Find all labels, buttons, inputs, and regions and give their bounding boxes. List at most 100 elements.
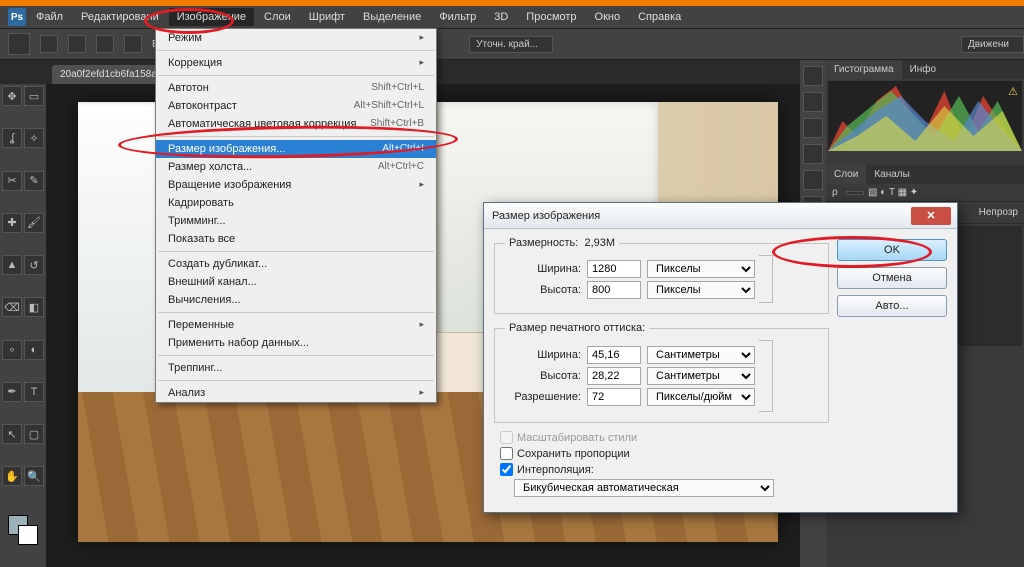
brush-tool[interactable]: 🖌 xyxy=(24,213,44,233)
dimension-label: Размерность: xyxy=(509,237,578,249)
menuitem-duplicate[interactable]: Создать дубликат... xyxy=(156,255,436,273)
layers-panel-tabs: Слои Каналы xyxy=(826,165,1024,184)
shape-tool[interactable]: ▢ xyxy=(24,424,44,444)
path-tool[interactable]: ↖ xyxy=(2,424,22,444)
menuitem-crop[interactable]: Кадрировать xyxy=(156,194,436,212)
tab-histogram[interactable]: Гистограмма xyxy=(826,60,902,79)
gradient-tool[interactable]: ◧ xyxy=(24,297,44,317)
panel-icon[interactable] xyxy=(803,66,823,86)
resolution-unit[interactable]: Пикселы/дюйм xyxy=(647,388,755,406)
opt-icon[interactable] xyxy=(124,35,142,53)
panel-icon[interactable] xyxy=(803,170,823,190)
hand-tool[interactable]: ✋ xyxy=(2,466,22,486)
move-tool[interactable]: ✥ xyxy=(2,86,22,106)
layer-filter[interactable] xyxy=(846,191,864,195)
eyedropper-tool[interactable]: ✎ xyxy=(24,171,44,191)
panel-icon[interactable] xyxy=(803,118,823,138)
cancel-button[interactable]: Отмена xyxy=(837,267,947,289)
tool-preset[interactable] xyxy=(8,33,30,55)
width-input[interactable] xyxy=(587,260,641,278)
link-icon[interactable] xyxy=(759,340,773,412)
menuitem-trim[interactable]: Тримминг... xyxy=(156,212,436,230)
menu-window[interactable]: Окно xyxy=(587,8,629,26)
menuitem-canvas-size[interactable]: Размер холста...Alt+Ctrl+C xyxy=(156,158,436,176)
motion-button[interactable]: Движени xyxy=(961,36,1024,53)
opt-icon[interactable] xyxy=(40,35,58,53)
height-input[interactable] xyxy=(587,281,641,299)
marquee-tool[interactable]: ▭ xyxy=(24,86,44,106)
opacity-label: Непрозр xyxy=(979,207,1018,218)
menu-layers[interactable]: Слои xyxy=(256,8,299,26)
history-brush-tool[interactable]: ↺ xyxy=(24,255,44,275)
print-size-legend: Размер печатного оттиска: xyxy=(505,322,649,334)
heal-tool[interactable]: ✚ xyxy=(2,213,22,233)
menuitem-adjustments[interactable]: Коррекция xyxy=(156,54,436,72)
dodge-tool[interactable]: ◐ xyxy=(24,340,44,360)
auto-button[interactable]: Авто... xyxy=(837,295,947,317)
tab-channels[interactable]: Каналы xyxy=(866,165,918,184)
menuitem-variables[interactable]: Переменные xyxy=(156,316,436,334)
opt-icon[interactable] xyxy=(68,35,86,53)
print-height-input[interactable] xyxy=(587,367,641,385)
menuitem-calculations[interactable]: Вычисления... xyxy=(156,291,436,309)
pen-tool[interactable]: ✒ xyxy=(2,382,22,402)
menuitem-analysis[interactable]: Анализ xyxy=(156,384,436,402)
menuitem-apply-image[interactable]: Внешний канал... xyxy=(156,273,436,291)
crop-tool[interactable]: ✂ xyxy=(2,171,22,191)
link-icon[interactable] xyxy=(759,255,773,303)
image-menu-dropdown: Режим Коррекция АвтотонShift+Ctrl+L Авто… xyxy=(155,28,437,403)
height-unit[interactable]: Пикселы xyxy=(647,281,755,299)
constrain-checkbox[interactable]: Сохранить пропорции xyxy=(500,447,829,460)
blur-tool[interactable]: ∘ xyxy=(2,340,22,360)
menu-view[interactable]: Просмотр xyxy=(518,8,584,26)
width-unit[interactable]: Пикселы xyxy=(647,260,755,278)
menubar: Ps Файл Редактировани Изображение Слои Ш… xyxy=(0,6,1024,28)
close-button[interactable]: ✕ xyxy=(911,207,951,225)
wand-tool[interactable]: ✧ xyxy=(24,128,44,148)
dialog-titlebar[interactable]: Размер изображения ✕ xyxy=(484,203,957,229)
scale-styles-checkbox: Масштабировать стили xyxy=(500,431,829,444)
print-height-unit[interactable]: Сантиметры xyxy=(647,367,755,385)
menu-filter[interactable]: Фильтр xyxy=(431,8,484,26)
print-width-input[interactable] xyxy=(587,346,641,364)
lasso-tool[interactable]: ʆ xyxy=(2,128,22,148)
ok-button[interactable]: OK xyxy=(837,239,947,261)
menuitem-image-size[interactable]: Размер изображения...Alt+Ctrl+I xyxy=(156,140,436,158)
warning-icon[interactable]: ⚠ xyxy=(1008,85,1018,98)
menu-3d[interactable]: 3D xyxy=(486,8,516,26)
menu-help[interactable]: Справка xyxy=(630,8,689,26)
menu-edit[interactable]: Редактировани xyxy=(73,8,167,26)
menuitem-trap[interactable]: Треппинг... xyxy=(156,359,436,377)
panel-icon[interactable] xyxy=(803,92,823,112)
menu-file[interactable]: Файл xyxy=(28,8,71,26)
app-logo: Ps xyxy=(8,8,26,26)
eraser-tool[interactable]: ⌫ xyxy=(2,297,22,317)
interpolation-checkbox[interactable]: Интерполяция: xyxy=(500,463,829,476)
menu-type[interactable]: Шрифт xyxy=(301,8,353,26)
panel-icon[interactable] xyxy=(803,144,823,164)
dialog-title: Размер изображения xyxy=(490,210,911,222)
stamp-tool[interactable]: ▲ xyxy=(2,255,22,275)
menuitem-autocontrast[interactable]: АвтоконтрастAlt+Shift+Ctrl+L xyxy=(156,97,436,115)
menuitem-apply-dataset[interactable]: Применить набор данных... xyxy=(156,334,436,352)
menuitem-reveal-all[interactable]: Показать все xyxy=(156,230,436,248)
menu-select[interactable]: Выделение xyxy=(355,8,429,26)
menu-image[interactable]: Изображение xyxy=(169,8,254,26)
refine-edge-button[interactable]: Уточн. край... xyxy=(469,36,553,53)
type-tool[interactable]: T xyxy=(24,382,44,402)
menuitem-autotone[interactable]: АвтотонShift+Ctrl+L xyxy=(156,79,436,97)
menuitem-rotation[interactable]: Вращение изображения xyxy=(156,176,436,194)
color-swatches[interactable] xyxy=(8,515,38,545)
opt-icon[interactable] xyxy=(96,35,114,53)
tab-info[interactable]: Инфо xyxy=(902,60,945,79)
interpolation-select[interactable]: Бикубическая автоматическая xyxy=(514,479,774,497)
resolution-label: Разрешение: xyxy=(505,391,581,403)
histogram-panel-tabs: Гистограмма Инфо xyxy=(826,60,1024,79)
menuitem-autocolor[interactable]: Автоматическая цветовая коррекцияShift+C… xyxy=(156,115,436,133)
menuitem-mode[interactable]: Режим xyxy=(156,29,436,47)
height-label: Высота: xyxy=(505,284,581,296)
zoom-tool[interactable]: 🔍 xyxy=(24,466,44,486)
print-width-unit[interactable]: Сантиметры xyxy=(647,346,755,364)
tab-layers[interactable]: Слои xyxy=(826,165,866,184)
resolution-input[interactable] xyxy=(587,388,641,406)
